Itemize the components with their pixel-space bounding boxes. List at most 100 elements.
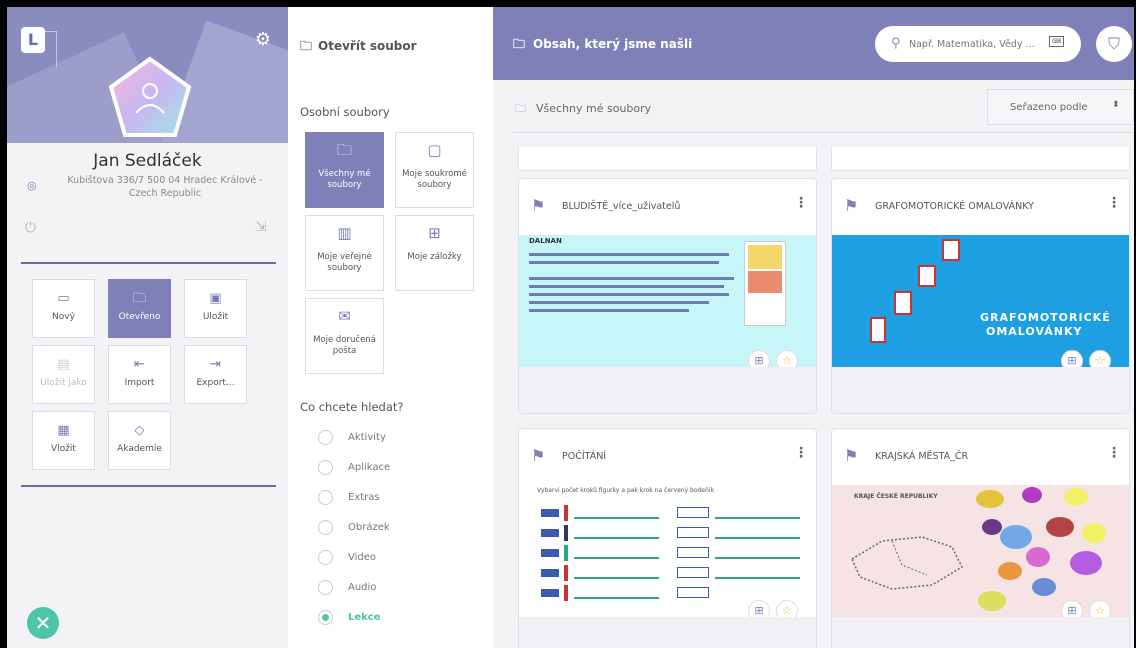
search-input[interactable]	[909, 36, 1044, 52]
personal-files-heading: Osobní soubory	[300, 105, 390, 119]
all-my-files-tile[interactable]: 🗀 Všechny mé soubory	[305, 132, 384, 208]
folder-icon: 🗀	[515, 102, 526, 115]
tile-label: Moje doručená pošta	[313, 335, 376, 356]
section-label: 🗀 Všechny mé soubory	[515, 100, 651, 119]
favorite-star-button[interactable]: ☆	[1089, 350, 1111, 367]
lesson-card[interactable]: ⚑ KRAJSKÁ MĚSTA_ČR ⋮ KRAJE ČESKÉ REPUBLIKY	[831, 428, 1130, 648]
radio-circle[interactable]	[318, 520, 333, 535]
menu-label: Uložit	[202, 312, 229, 322]
thumb-title-line: OMALOVÁNKY	[986, 325, 1083, 338]
card-title[interactable]: KRAJSKÁ MĚSTA_ČR	[875, 451, 968, 462]
divider	[21, 485, 276, 487]
tile-label: Všechny mé soubory	[318, 169, 371, 190]
menu-label: Akademie	[117, 444, 162, 454]
location-pin-icon: ◎	[27, 179, 37, 192]
divider	[21, 262, 276, 264]
menu-academy-button[interactable]: ◇ Akademie	[108, 411, 171, 470]
avatar[interactable]	[105, 53, 195, 143]
radio-label: Aplikace	[348, 462, 391, 473]
menu-new-button[interactable]: ▭ Nový	[32, 279, 95, 338]
search-box[interactable]: ⚲ ⌨	[875, 26, 1081, 62]
search-type-heading: Co chcete hledat?	[300, 400, 404, 414]
bookmark-icon: ⊞	[428, 224, 441, 242]
more-options-icon[interactable]: ⋮	[1107, 195, 1121, 211]
card-footer	[832, 617, 1129, 648]
lesson-card[interactable]: ⚑ GRAFOMOTORICKÉ OMALOVÁNKY ⋮ GRAFOMOTORIC…	[831, 178, 1130, 414]
card-title[interactable]: GRAFOMOTORICKÉ OMALOVÁNKY	[875, 201, 1034, 212]
more-options-icon[interactable]: ⋮	[794, 195, 808, 211]
results-title-text: Obsah, který jsme našli	[533, 37, 693, 51]
panel-title-text: Otevřít soubor	[318, 39, 417, 53]
bookmark-add-button[interactable]: ⊞	[1061, 350, 1083, 367]
favorite-star-button[interactable]: ☆	[776, 350, 798, 367]
radio-circle[interactable]	[318, 610, 333, 625]
menu-import-button[interactable]: ⇤ Import	[108, 345, 171, 404]
open-external-icon[interactable]: ⇲	[255, 219, 273, 237]
close-button[interactable]: ✕	[27, 607, 59, 639]
menu-label: Uložit jako	[40, 378, 87, 388]
lesson-icon: ⚑	[844, 196, 859, 215]
bookmark-add-button[interactable]: ⊞	[748, 350, 770, 367]
bookmark-add-button[interactable]: ⊞	[748, 600, 770, 617]
export-icon: ⇥	[210, 357, 221, 372]
sort-dropdown[interactable]: Seřazeno podle ⬍	[987, 89, 1134, 125]
more-options-icon[interactable]: ⋮	[794, 445, 808, 461]
favorite-star-button[interactable]: ☆	[1089, 600, 1111, 617]
favorite-star-button[interactable]: ☆	[776, 600, 798, 617]
menu-opened-button[interactable]: 🗀 Otevřeno	[108, 279, 171, 338]
logout-power-icon[interactable]: ⏻	[25, 220, 41, 236]
card-title[interactable]: BLUDIŠTĚ_více_uživatelů	[562, 201, 680, 212]
card-footer	[519, 617, 816, 648]
card-thumbnail: KRAJE ČESKÉ REPUBLIKY ⊞ ☆	[832, 485, 1129, 617]
lesson-icon: ⚑	[531, 446, 546, 465]
card-title[interactable]: POČÍTÁNÍ	[562, 451, 606, 462]
folders-icon: 🗀	[336, 141, 352, 159]
search-icon: ⚲	[891, 36, 901, 51]
public-files-tile[interactable]: ▥ Moje veřejné soubory	[305, 215, 384, 291]
insert-image-icon: ▦	[57, 423, 70, 438]
profile-panel: L ⚙ Jan Sedláček ◎ Kubištova 336/7 500 0…	[7, 7, 288, 648]
bookmark-add-button[interactable]: ⊞	[1061, 600, 1083, 617]
radio-circle[interactable]	[318, 550, 333, 565]
radio-circle[interactable]	[318, 430, 333, 445]
inbox-tile[interactable]: ✉ Moje doručená pošta	[305, 298, 384, 374]
thumb-title-line: GRAFOMOTORICKÉ	[980, 311, 1111, 324]
keyboard-icon[interactable]: ⌨	[1049, 36, 1064, 47]
thumb-heading: Vybarvi počet kroků figurky a pak krok n…	[537, 487, 714, 494]
menu-save-as-button[interactable]: ▤ Uložit jako	[32, 345, 95, 404]
public-folder-icon: ▥	[337, 224, 352, 242]
radio-circle[interactable]	[318, 580, 333, 595]
user-address: Kubištova 336/7 500 04 Hradec Králové - …	[67, 175, 263, 199]
folder-icon: 🗀	[300, 39, 313, 53]
card-footer	[832, 367, 1129, 413]
divider	[513, 132, 1134, 133]
radio-label: Obrázek	[348, 522, 390, 533]
app-logo-icon[interactable]: L	[21, 27, 45, 53]
card-thumbnail: Vybarvi počet kroků figurky a pak krok n…	[519, 485, 816, 617]
radio-label: Lekce	[348, 612, 381, 623]
filter-funnel-icon[interactable]: ⛉	[1096, 26, 1132, 62]
bookmarks-tile[interactable]: ⊞ Moje záložky	[395, 215, 474, 291]
lesson-card[interactable]: ⚑ POČÍTÁNÍ ⋮ Vybarvi počet kroků figurky a…	[518, 428, 817, 648]
radio-circle[interactable]	[318, 490, 333, 505]
section-label-text: Všechny mé soubory	[536, 102, 652, 115]
tile-label: Moje soukromé soubory	[402, 169, 467, 190]
radio-circle[interactable]	[318, 460, 333, 475]
menu-export-button[interactable]: ⇥ Export...	[184, 345, 247, 404]
folder-open-icon: 🗀	[132, 291, 146, 306]
results-title: 🗀 Obsah, který jsme našli	[513, 35, 692, 56]
more-options-icon[interactable]: ⋮	[1107, 445, 1121, 461]
open-file-panel: 🗀 Otevřít soubor Osobní soubory 🗀 Všechny …	[288, 7, 493, 648]
folder-icon: 🗀	[513, 37, 526, 51]
lesson-icon: ⚑	[531, 196, 546, 215]
card-thumbnail: DALNAN ⊞ ☆	[519, 235, 816, 367]
inbox-icon: ✉	[338, 307, 351, 325]
user-name: Jan Sedláček	[93, 151, 202, 171]
lesson-icon: ⚑	[844, 446, 859, 465]
private-files-tile[interactable]: ▢ Moje soukromé soubory	[395, 132, 474, 208]
menu-save-button[interactable]: ▣ Uložit	[184, 279, 247, 338]
menu-insert-button[interactable]: ▦ Vložit	[32, 411, 95, 470]
lesson-card[interactable]: ⚑ BLUDIŠTĚ_více_uživatelů ⋮ DALNAN ⊞ ☆	[518, 178, 817, 414]
tile-label: Moje veřejné soubory	[317, 252, 372, 273]
settings-gear-icon[interactable]: ⚙	[252, 29, 274, 51]
